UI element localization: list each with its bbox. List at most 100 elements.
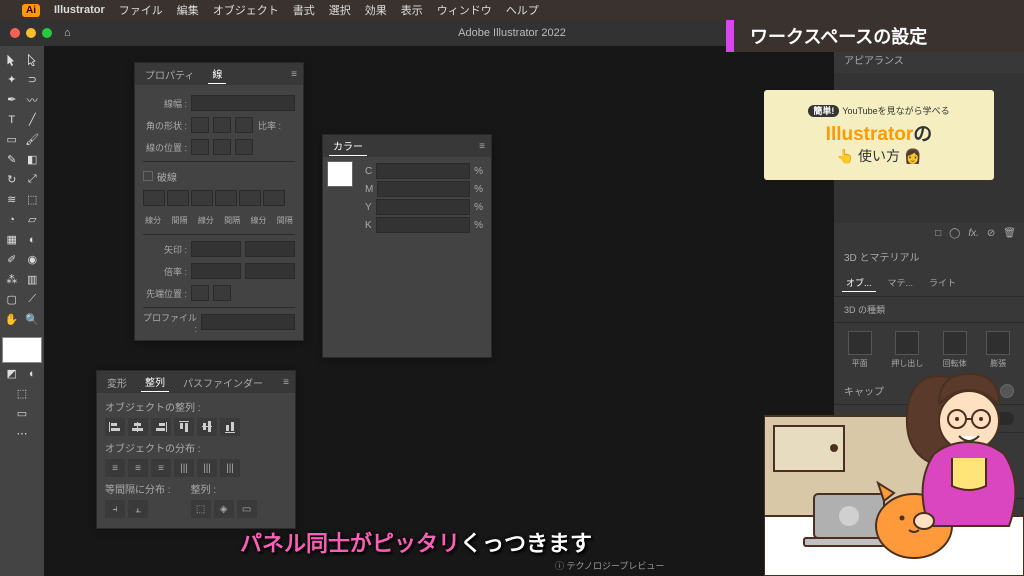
add-fill-icon[interactable]: ◯ [949,228,960,239]
tip-extend-button[interactable] [191,285,209,301]
magic-wand-tool[interactable]: ✦ [2,70,22,89]
menu-select[interactable]: 選択 [329,2,351,18]
panel-menu-icon[interactable]: ≡ [283,377,289,388]
pen-tool[interactable]: ✒ [2,90,22,109]
align-vcenter-button[interactable] [197,418,217,436]
dash-input-1[interactable] [143,190,165,206]
rotate-tool[interactable]: ↻ [2,170,22,189]
arrow-start-select[interactable] [191,241,241,257]
tab-stroke[interactable]: 線 [208,64,226,84]
stroke-weight-input[interactable] [191,95,295,111]
alignto-key-button[interactable]: ◈ [214,500,234,518]
symbol-sprayer-tool[interactable]: ⁂ [2,270,22,289]
corner-miter-button[interactable] [191,117,209,133]
dist-hright-button[interactable]: ||| [220,459,240,477]
menu-view[interactable]: 表示 [401,2,423,18]
color-swatch[interactable] [327,161,353,187]
dash-input-3[interactable] [239,190,261,206]
draw-mode-icon[interactable]: ⬚ [2,384,42,403]
curvature-tool[interactable]: 〰 [23,90,43,109]
m-slider[interactable] [377,181,470,197]
eyedropper-tool[interactable]: ✐ [2,250,22,269]
corner-round-button[interactable] [213,117,231,133]
panel-3d-title[interactable]: 3D とマテリアル [834,243,1024,270]
fill-stroke-swatch[interactable] [2,337,42,363]
graph-tool[interactable]: ▥ [23,270,43,289]
profile-select[interactable] [201,314,295,330]
direct-selection-tool[interactable] [23,50,43,69]
width-tool[interactable]: ≋ [2,190,22,209]
arrow-scale-start[interactable] [191,263,241,279]
menu-edit[interactable]: 編集 [177,2,199,18]
shape-builder-tool[interactable]: ◔ [2,210,22,229]
k-slider[interactable] [376,217,470,233]
gradient-tool[interactable]: ◐ [23,230,43,249]
space-h-button[interactable]: ⫠ [128,500,148,518]
tip-inside-button[interactable] [213,285,231,301]
clear-icon[interactable]: ⊘ [987,228,995,239]
home-icon[interactable]: ⌂ [64,27,71,39]
gradient-mode-icon[interactable]: ◐ [23,364,43,383]
paintbrush-tool[interactable]: 🖌 [23,130,43,149]
corner-bevel-button[interactable] [235,117,253,133]
trash-icon[interactable]: 🗑 [1003,228,1016,239]
panel-menu-icon[interactable]: ≡ [479,141,485,152]
hand-tool[interactable]: ✋ [2,310,22,329]
screen-mode-icon[interactable]: ▭ [2,404,42,423]
menu-file[interactable]: ファイル [119,2,163,18]
c-slider[interactable] [376,163,470,179]
dist-hleft-button[interactable]: ||| [174,459,194,477]
tab-properties[interactable]: プロパティ [141,65,198,84]
y-slider[interactable] [376,199,470,215]
mesh-tool[interactable]: ▦ [2,230,22,249]
dash-input-2[interactable] [191,190,213,206]
align-inside-button[interactable] [213,139,231,155]
panel-menu-icon[interactable]: ≡ [291,69,297,80]
blend-tool[interactable]: ◉ [23,250,43,269]
align-top-button[interactable] [174,418,194,436]
menu-type[interactable]: 書式 [293,2,315,18]
align-right-button[interactable] [151,418,171,436]
color-mode-icon[interactable]: ◩ [2,364,22,383]
app-name[interactable]: Illustrator [54,4,105,16]
menu-window[interactable]: ウィンドウ [437,2,492,18]
alignto-artboard-button[interactable]: ▭ [237,500,257,518]
menu-help[interactable]: ヘルプ [506,2,539,18]
tab-align[interactable]: 整列 [141,372,169,392]
tab-pathfinder[interactable]: パスファインダー [179,373,267,392]
menu-effect[interactable]: 効果 [365,2,387,18]
align-center-button[interactable] [191,139,209,155]
artboard-tool[interactable]: ▢ [2,290,22,309]
free-transform-tool[interactable]: ⬚ [23,190,43,209]
fx-icon[interactable]: fx. [968,228,979,239]
menu-object[interactable]: オブジェクト [213,2,279,18]
rectangle-tool[interactable]: ▭ [2,130,22,149]
scale-tool[interactable]: ⤢ [23,170,43,189]
align-left-button[interactable] [105,418,125,436]
gap-input-3[interactable] [263,190,285,206]
add-stroke-icon[interactable]: □ [935,228,941,239]
dist-vtop-button[interactable]: ≡ [105,459,125,477]
tab-transform[interactable]: 変形 [103,373,131,392]
maximize-button[interactable] [42,28,52,38]
slice-tool[interactable]: ⟋ [23,290,43,309]
align-outside-button[interactable] [235,139,253,155]
align-bottom-button[interactable] [220,418,240,436]
zoom-tool[interactable]: 🔍 [23,310,43,329]
dashed-checkbox[interactable] [143,171,153,181]
canvas-area[interactable]: プロパティ 線 ≡ 線幅 : 角の形状 :比率 : 線の位置 : 破線 線分間隔… [44,46,834,576]
alignto-selection-button[interactable]: ⬚ [191,500,211,518]
dist-vcenter-button[interactable]: ≡ [128,459,148,477]
minimize-button[interactable] [26,28,36,38]
line-tool[interactable]: ╱ [23,110,43,129]
type-tool[interactable]: T [2,110,22,129]
tab-color[interactable]: カラー [329,136,367,156]
align-hcenter-button[interactable] [128,418,148,436]
space-v-button[interactable]: ⫞ [105,500,125,518]
close-button[interactable] [10,28,20,38]
perspective-tool[interactable]: ▱ [23,210,43,229]
gap-input-1[interactable] [167,190,189,206]
shaper-tool[interactable]: ✎ [2,150,22,169]
selection-tool[interactable] [2,50,22,69]
eraser-tool[interactable]: ◧ [23,150,43,169]
